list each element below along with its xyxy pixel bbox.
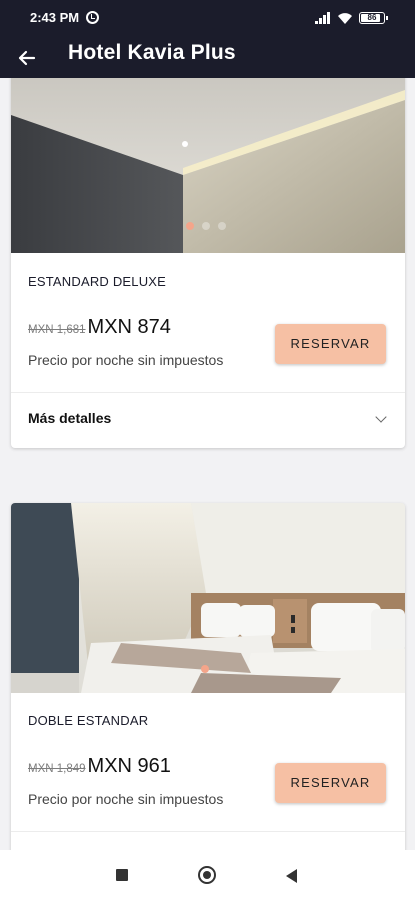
divider <box>11 831 405 832</box>
price-note: Precio por noche sin impuestos <box>28 791 224 807</box>
room-card: DOBLE ESTANDAR MXN 1,849 MXN 961 Precio … <box>11 503 405 850</box>
back-arrow-icon[interactable] <box>14 44 42 72</box>
more-details-toggle[interactable]: Más detalles <box>11 393 405 445</box>
old-price: MXN 1,681 <box>28 324 86 336</box>
page-title: Hotel Kavia Plus <box>68 41 236 64</box>
wifi-icon <box>338 13 352 24</box>
old-price: MXN 1,849 <box>28 763 86 775</box>
reserve-button[interactable]: RESERVAR <box>275 324 386 364</box>
recents-square-icon[interactable] <box>116 869 128 881</box>
room-name: ESTANDARD DELUXE <box>28 274 167 289</box>
pager-dot[interactable] <box>202 222 210 230</box>
room-name: DOBLE ESTANDAR <box>28 713 149 728</box>
battery-level: 86 <box>367 13 377 22</box>
photo-pager[interactable] <box>186 222 226 230</box>
status-time: 2:43 PM <box>30 10 80 25</box>
current-price: MXN 961 <box>87 755 171 777</box>
chevron-down-icon <box>375 411 387 423</box>
pager-dot[interactable] <box>218 222 226 230</box>
back-triangle-icon[interactable] <box>286 869 297 883</box>
room-card: ESTANDARD DELUXE MXN 1,681 MXN 874 Preci… <box>11 78 405 448</box>
signal-icon <box>315 12 331 24</box>
price-row: MXN 1,681 MXN 874 <box>28 316 171 339</box>
app-bar: Hotel Kavia Plus <box>0 38 415 78</box>
photo-pager[interactable] <box>201 665 209 673</box>
alarm-icon <box>86 11 99 24</box>
home-circle-icon[interactable] <box>198 866 216 884</box>
room-list[interactable]: ESTANDARD DELUXE MXN 1,681 MXN 874 Preci… <box>0 78 415 850</box>
reserve-button[interactable]: RESERVAR <box>275 763 386 803</box>
price-row: MXN 1,849 MXN 961 <box>28 755 171 778</box>
current-price: MXN 874 <box>87 316 171 338</box>
battery-icon: 86 <box>359 12 388 24</box>
pager-dot[interactable] <box>201 665 209 673</box>
system-nav-bar <box>0 850 415 900</box>
pager-dot[interactable] <box>186 222 194 230</box>
price-note: Precio por noche sin impuestos <box>28 352 224 368</box>
status-bar: 2:43 PM 86 <box>0 0 415 38</box>
more-details-label: Más detalles <box>28 410 112 426</box>
